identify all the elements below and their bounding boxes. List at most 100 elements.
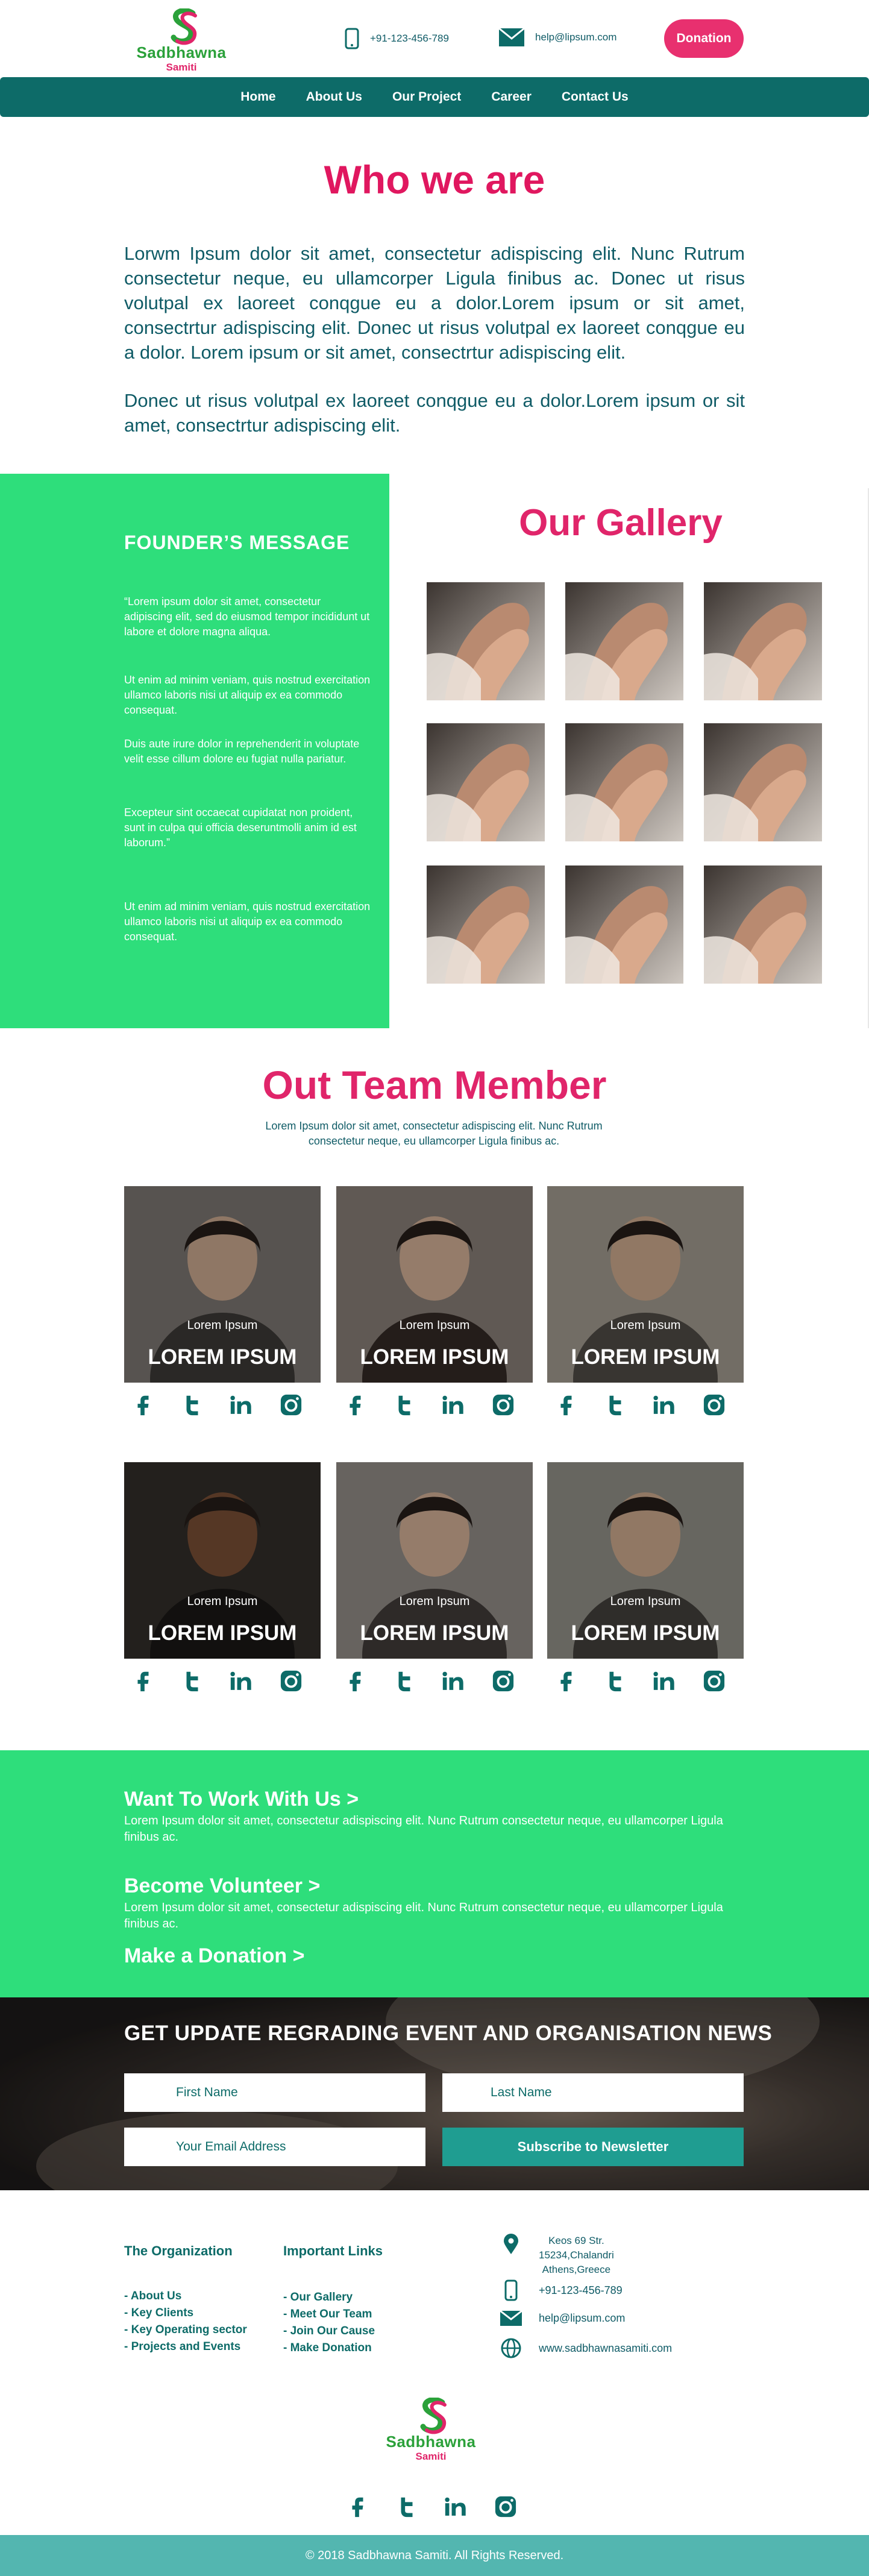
donation-button[interactable]: Donation	[664, 19, 744, 58]
footer-link-our-gallery[interactable]: - Our Gallery	[283, 2289, 375, 2306]
gallery-image[interactable]	[704, 865, 822, 984]
nav-our-project[interactable]: Our Project	[392, 90, 461, 104]
gallery-image[interactable]	[427, 723, 545, 841]
work-with-us-text: Lorem Ipsum dolor sit amet, consectetur …	[124, 1814, 723, 1844]
gallery-image[interactable]	[427, 582, 545, 700]
gallery-image[interactable]	[565, 582, 683, 700]
linkedin-icon[interactable]	[445, 2495, 468, 2518]
nav-about-us[interactable]: About Us	[306, 90, 362, 104]
footer-link-key-operating-sector[interactable]: - Key Operating sector	[124, 2322, 247, 2339]
team-card[interactable]: Lorem Ipsum LOREM IPSUM	[547, 1462, 744, 1659]
gallery-image[interactable]	[704, 582, 822, 700]
footer-link-make-donation[interactable]: - Make Donation	[283, 2340, 375, 2357]
footer-link-projects-events[interactable]: - Projects and Events	[124, 2339, 247, 2355]
founder-paragraph-5: Ut enim ad minim veniam, quis nostrud ex…	[124, 900, 371, 943]
twitter-icon[interactable]	[395, 2495, 418, 2518]
team-member-socials	[131, 1393, 303, 1416]
footer-link-join-cause[interactable]: - Join Our Cause	[283, 2323, 375, 2340]
team-member-socials	[344, 1393, 515, 1416]
become-volunteer-link[interactable]: Become Volunteer >	[124, 1874, 320, 1898]
facebook-icon[interactable]	[344, 1670, 366, 1692]
facebook-icon[interactable]	[131, 1393, 154, 1416]
footer-address-line-1: Keos 69 Str.	[548, 2235, 604, 2246]
subscribe-button[interactable]: Subscribe to Newsletter	[442, 2128, 744, 2166]
who-we-are-paragraph-2: Donec ut risus volutpal ex laoreet conqg…	[124, 390, 745, 436]
last-name-input[interactable]	[442, 2073, 744, 2112]
linkedin-icon[interactable]	[653, 1393, 676, 1416]
linkedin-icon[interactable]	[442, 1670, 465, 1692]
linkedin-icon[interactable]	[653, 1670, 676, 1692]
footer-link-key-clients[interactable]: - Key Clients	[124, 2305, 247, 2322]
twitter-icon[interactable]	[393, 1393, 416, 1416]
nav-career[interactable]: Career	[491, 90, 532, 104]
facebook-icon[interactable]	[554, 1393, 577, 1416]
twitter-icon[interactable]	[181, 1393, 204, 1416]
footer-logo-mark-icon	[420, 2398, 447, 2434]
footer-website-text: www.sadbhawnasamiti.com	[539, 2342, 673, 2354]
gallery-image[interactable]	[704, 723, 822, 841]
facebook-icon[interactable]	[131, 1670, 154, 1692]
make-donation-link[interactable]: Make a Donation >	[124, 1944, 304, 1968]
footer-important-links: - Our Gallery - Meet Our Team - Join Our…	[283, 2289, 375, 2357]
hands-photo	[427, 582, 545, 700]
twitter-icon[interactable]	[604, 1670, 627, 1692]
team-member-role: Lorem Ipsum	[187, 1595, 258, 1608]
team-member-role: Lorem Ipsum	[187, 1319, 258, 1332]
footer-phone[interactable]: +91-123-456-789	[500, 2279, 623, 2301]
instagram-icon[interactable]	[703, 1393, 726, 1416]
mail-icon	[500, 2310, 522, 2326]
team-member-name: LOREM IPSUM	[360, 1621, 509, 1645]
copyright-bar: © 2018 Sadbhawna Samiti. All Rights Rese…	[0, 2535, 869, 2576]
team-card[interactable]: Lorem Ipsum LOREM IPSUM	[336, 1462, 533, 1659]
footer-link-about-us[interactable]: - About Us	[124, 2288, 247, 2305]
team-title: Out Team Member	[262, 1063, 607, 1107]
logo[interactable]: Sadbhawna Samiti	[124, 8, 245, 73]
header-email[interactable]: help@lipsum.com	[499, 27, 616, 48]
facebook-icon[interactable]	[344, 1393, 366, 1416]
gallery-image[interactable]	[565, 723, 683, 841]
newsletter-section: GET UPDATE REGRADING EVENT AND ORGANISAT…	[0, 1997, 869, 2190]
team-card[interactable]: Lorem Ipsum LOREM IPSUM	[124, 1186, 321, 1383]
gallery-image[interactable]	[565, 865, 683, 984]
first-name-input[interactable]	[124, 2073, 425, 2112]
instagram-icon[interactable]	[494, 2495, 517, 2518]
header-phone[interactable]: +91-123-456-789	[345, 28, 449, 49]
instagram-icon[interactable]	[280, 1670, 303, 1692]
gallery-title: Our Gallery	[519, 502, 723, 544]
team-member-name: LOREM IPSUM	[148, 1621, 297, 1645]
work-with-us-link[interactable]: Want To Work With Us >	[124, 1788, 359, 1811]
footer-address: Keos 69 Str. 15234,Chalandri Athens,Gree…	[500, 2234, 614, 2277]
team-card[interactable]: Lorem Ipsum LOREM IPSUM	[124, 1462, 321, 1659]
footer-logo-name: Sadbhawna	[386, 2433, 476, 2451]
linkedin-icon[interactable]	[230, 1393, 253, 1416]
team-card[interactable]: Lorem Ipsum LOREM IPSUM	[547, 1186, 744, 1383]
footer-email[interactable]: help@lipsum.com	[500, 2307, 625, 2329]
email-input[interactable]	[124, 2128, 425, 2166]
team-card[interactable]: Lorem Ipsum LOREM IPSUM	[336, 1186, 533, 1383]
founder-message-section: FOUNDER’S MESSAGE “Lorem ipsum dolor sit…	[0, 474, 389, 1028]
header-email-text: help@lipsum.com	[535, 31, 617, 43]
nav-contact-us[interactable]: Contact Us	[562, 90, 629, 104]
instagram-icon[interactable]	[492, 1393, 515, 1416]
footer-socials	[346, 2495, 517, 2518]
footer-link-meet-team[interactable]: - Meet Our Team	[283, 2306, 375, 2323]
nav-home[interactable]: Home	[240, 90, 275, 104]
cta-section: Want To Work With Us > Lorem Ipsum dolor…	[0, 1750, 869, 1997]
twitter-icon[interactable]	[393, 1670, 416, 1692]
linkedin-icon[interactable]	[442, 1393, 465, 1416]
instagram-icon[interactable]	[280, 1393, 303, 1416]
facebook-icon[interactable]	[554, 1670, 577, 1692]
instagram-icon[interactable]	[492, 1670, 515, 1692]
footer-website[interactable]: www.sadbhawnasamiti.com	[500, 2337, 672, 2359]
footer-logo[interactable]: Sadbhawna Samiti	[374, 2398, 494, 2462]
twitter-icon[interactable]	[181, 1670, 204, 1692]
gallery-image[interactable]	[427, 865, 545, 984]
copyright-text: © 2018 Sadbhawna Samiti. All Rights Rese…	[305, 2548, 564, 2562]
twitter-icon[interactable]	[604, 1393, 627, 1416]
instagram-icon[interactable]	[703, 1670, 726, 1692]
location-pin-icon	[504, 2234, 518, 2254]
globe-icon	[501, 2338, 521, 2358]
facebook-icon[interactable]	[346, 2495, 369, 2518]
linkedin-icon[interactable]	[230, 1670, 253, 1692]
founder-title: FOUNDER’S MESSAGE	[124, 532, 350, 553]
